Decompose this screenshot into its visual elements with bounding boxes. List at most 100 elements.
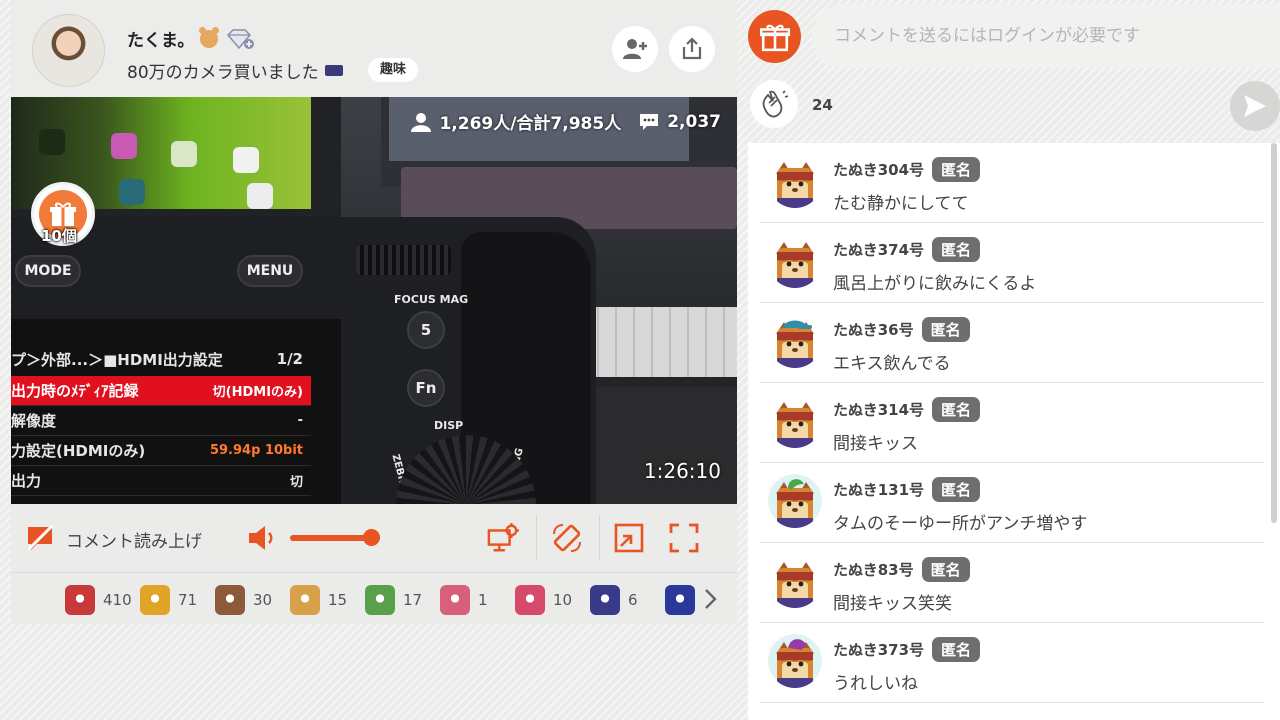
volume-button[interactable] <box>247 522 279 554</box>
viewer-icon <box>411 112 432 132</box>
gift-rank-count: 6 <box>628 591 638 609</box>
comment-author-name: たぬき131号 <box>833 481 925 499</box>
clap-button[interactable] <box>750 80 798 128</box>
comment-author-name: たぬき314号 <box>833 401 925 419</box>
gift-count-label: 10個 <box>41 227 77 245</box>
read-aloud-toggle[interactable] <box>24 522 56 554</box>
streamer-name-row: たくま。 <box>127 26 255 51</box>
gift-rank-item[interactable]: 17 <box>365 585 422 615</box>
comment-item[interactable]: たぬき36号 匿名 エキス飲んでる <box>760 303 1264 383</box>
gift-rank-item[interactable]: 1 <box>440 585 488 615</box>
comment-author-row: たぬき304号 匿名 <box>833 157 981 182</box>
comment-author-name: たぬき36号 <box>833 321 914 339</box>
quality-settings-button[interactable] <box>487 522 519 554</box>
comment-item[interactable]: たぬき83号 匿名 間接キッス笑笑 <box>760 543 1264 623</box>
gift-rank-item[interactable]: 6 <box>590 585 638 615</box>
elapsed-time: 1:26:10 <box>643 459 721 483</box>
share-icon <box>682 37 702 60</box>
popout-button[interactable] <box>613 522 645 554</box>
gift-rank-count: 30 <box>253 591 273 609</box>
add-user-icon <box>623 39 647 59</box>
anonymous-badge: 匿名 <box>932 237 981 262</box>
streamer-name[interactable]: たくま。 <box>127 26 194 51</box>
camera-menu-screen: プ＞外部...＞■HDMI出力設定 1/2 出力時のﾒﾃﾞｨｱ記録 切(HDMIの… <box>11 319 341 504</box>
gift-rank-item[interactable]: 30 <box>215 585 272 615</box>
viewer-count: 1,269人/合計7,985人 <box>439 114 622 134</box>
comment-item[interactable]: たぬき131号 匿名タムのそーゆー所がアンチ増やす <box>760 463 1264 543</box>
camera-menu-page: 1/2 <box>276 350 303 368</box>
anonymous-badge: 匿名 <box>932 397 981 422</box>
tanuki-avatar-icon <box>768 314 822 368</box>
tanuki-avatar-icon <box>768 154 822 208</box>
comment-input[interactable] <box>812 4 1280 68</box>
gift-rank-item[interactable]: 15 <box>290 585 347 615</box>
camera-emoji-icon <box>324 65 343 76</box>
comment-author-name: たぬき374号 <box>833 241 925 259</box>
comment-list-scrollbar[interactable] <box>1271 143 1277 523</box>
camera-menu-row-label: 出力 <box>11 472 42 490</box>
comment-item[interactable]: たぬき374号 匿名風呂上がりに飲みにくるよ <box>760 223 1264 303</box>
comment-text: うれしいね <box>833 674 918 694</box>
camera-menu-row: 力設定(HDMIのみ) 59.94p 10bit <box>11 436 311 466</box>
speaker-icon <box>249 526 273 550</box>
gift-rank-count: 71 <box>178 591 198 609</box>
camera-menu-label: MENU <box>237 255 303 287</box>
comment-author-row: たぬき314号 匿名 <box>833 397 981 422</box>
send-comment-button[interactable] <box>1230 81 1280 131</box>
share-button[interactable] <box>669 26 715 72</box>
comment-item[interactable]: たぬき373号 匿名 うれしいね <box>760 623 1264 703</box>
tanuki-avatar-icon <box>768 634 822 688</box>
gift-party-popper-icon <box>515 585 545 615</box>
comment-count: 2,037 <box>667 111 721 132</box>
gift-rank-item[interactable]: 410 <box>65 585 132 615</box>
read-aloud-label: コメント読み上げ <box>66 532 202 552</box>
comment-text: エキス飲んでる <box>833 354 951 374</box>
comment-item[interactable]: たぬき314号 匿名 間接キッス <box>760 383 1264 463</box>
camera-menu-row: 解像度 - <box>11 406 311 436</box>
fullscreen-button[interactable] <box>668 522 700 554</box>
gift-rank-count: 10 <box>553 591 573 609</box>
camera-menu-row-label: 解像度 <box>11 412 57 430</box>
chevron-right-icon[interactable] <box>699 587 721 611</box>
comment-off-icon <box>27 524 54 551</box>
category-tag[interactable]: 趣味 <box>368 58 419 82</box>
tanuki-avatar-icon <box>768 234 822 288</box>
comment-text: 風呂上がりに飲みにくるよ <box>833 274 1037 294</box>
streamer-avatar[interactable] <box>32 14 105 87</box>
comment-text: 間接キッス <box>833 434 918 454</box>
gift-chef-icon <box>65 585 95 615</box>
comment-text: タムのそーゆー所がアンチ増やす <box>833 514 1088 534</box>
gift-cowboy-icon <box>215 585 245 615</box>
comment-item[interactable]: たぬき304号 匿名 たむ静かにしてて <box>760 143 1264 223</box>
tanuki-avatar-icon <box>768 394 822 448</box>
gift-rank-item[interactable] <box>665 585 703 615</box>
gift-rank-item[interactable]: 71 <box>140 585 197 615</box>
send-icon <box>1244 95 1266 117</box>
video-player[interactable]: MODE MENU FOCUS MAG 5 Fn DISP ZEBRA PEAK… <box>11 97 737 504</box>
camera-menu-row-value: 切(HDMIのみ) <box>212 385 303 400</box>
gift-rank-item[interactable]: 10 <box>515 585 572 615</box>
gift-flower-icon <box>440 585 470 615</box>
anonymous-badge: 匿名 <box>932 477 981 502</box>
camera-menu-row-label: 力設定(HDMIのみ) <box>11 442 146 460</box>
camera-menu-row-value: 59.94p 10bit <box>209 443 303 458</box>
gift-firework-icon <box>590 585 620 615</box>
gift-firework2-icon <box>665 585 695 615</box>
camera-menu-row-label: 出力時のﾒﾃﾞｨｱ記録 <box>11 382 139 400</box>
gift-ranking-bar: 410 71 30 15 17 1 10 6 <box>11 572 737 624</box>
comment-count-icon <box>640 113 659 130</box>
send-gift-button[interactable] <box>748 10 801 63</box>
follow-button[interactable] <box>612 26 658 72</box>
gift-rank-count: 15 <box>328 591 348 609</box>
bear-badge-icon <box>199 26 220 48</box>
camera-button-5: 5 <box>407 311 445 349</box>
clap-hands-icon <box>762 90 789 118</box>
gift-horn-icon <box>140 585 170 615</box>
gift-cracker-icon <box>290 585 320 615</box>
background-white-keyboard <box>581 307 737 377</box>
camera-menu-row-value: - <box>297 413 303 428</box>
rotate-button[interactable] <box>551 522 583 554</box>
gift-rank-count: 17 <box>403 591 423 609</box>
volume-slider-handle[interactable] <box>363 529 380 546</box>
comment-author-name: たぬき83号 <box>833 561 914 579</box>
